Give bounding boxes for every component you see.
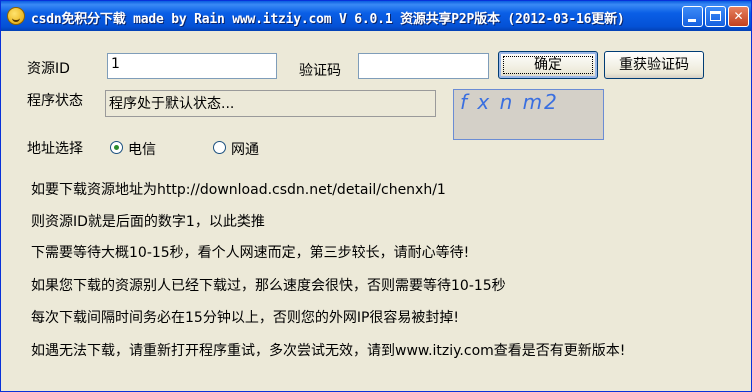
resource-id-input[interactable]: 1 xyxy=(107,53,277,79)
info-line: 如遇无法下载，请重新打开程序重试，多次尝试无效，请到www.itziy.com查… xyxy=(31,343,626,359)
netcom-radio-label[interactable]: 网通 xyxy=(231,139,259,159)
captcha-image[interactable]: f x n m2 xyxy=(453,89,604,140)
netcom-radio[interactable] xyxy=(213,141,226,154)
captcha-image-text: f x n m2 xyxy=(460,90,559,114)
confirm-button-label: 确定 xyxy=(534,57,562,73)
info-line: 每次下载间隔时间务必在15分钟以上，否则您的外网IP很容易被封掉! xyxy=(31,310,459,326)
smiley-app-icon xyxy=(7,7,25,25)
telecom-radio[interactable] xyxy=(110,141,123,154)
minimize-button[interactable] xyxy=(682,6,703,27)
window-title: csdn免积分下载 made by Rain www.itziy.com V 6… xyxy=(31,12,625,27)
status-label: 程序状态 xyxy=(27,93,83,109)
address-label: 地址选择 xyxy=(27,141,83,157)
info-line: 如果您下载的资源别人已经下载过，那么速度会很快，否则需要等待10-15秒 xyxy=(31,278,506,294)
minimize-icon xyxy=(688,19,696,22)
refresh-captcha-button[interactable]: 重获验证码 xyxy=(604,51,704,79)
title-bar[interactable]: csdn免积分下载 made by Rain www.itziy.com V 6… xyxy=(1,1,751,31)
maximize-icon xyxy=(710,11,721,21)
close-icon: ✕ xyxy=(733,9,744,23)
maximize-button[interactable] xyxy=(705,6,726,27)
info-line: 下需要等待大概10-15秒，看个人网速而定，第三步较长，请耐心等待! xyxy=(31,245,470,261)
resource-id-label: 资源ID xyxy=(27,61,70,77)
captcha-label: 验证码 xyxy=(299,63,341,79)
captcha-input[interactable] xyxy=(358,53,489,79)
close-button[interactable]: ✕ xyxy=(728,6,749,27)
refresh-captcha-label: 重获验证码 xyxy=(619,57,689,73)
info-line: 则资源ID就是后面的数字1，以此类推 xyxy=(31,214,265,230)
status-field: 程序处于默认状态... xyxy=(105,90,436,117)
confirm-button[interactable]: 确定 xyxy=(498,51,598,79)
telecom-radio-label[interactable]: 电信 xyxy=(128,139,156,159)
main-window: csdn免积分下载 made by Rain www.itziy.com V 6… xyxy=(0,0,752,392)
info-line: 如要下载资源地址为http://download.csdn.net/detail… xyxy=(31,182,446,198)
